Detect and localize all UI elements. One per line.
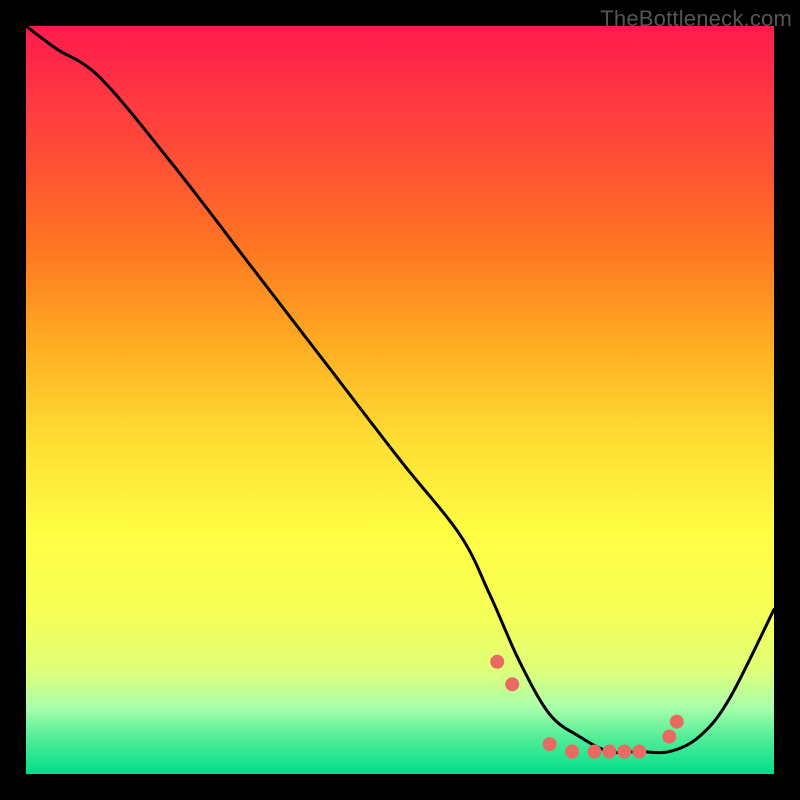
marker-dot: [632, 745, 646, 759]
marker-dot: [490, 655, 504, 669]
marker-dot: [543, 737, 557, 751]
plot-area: [26, 26, 774, 774]
chart-svg: [26, 26, 774, 774]
marker-dot: [587, 745, 601, 759]
marker-dot: [662, 730, 676, 744]
marker-dot: [617, 745, 631, 759]
highlight-markers: [490, 655, 684, 759]
chart-container: TheBottleneck.com: [0, 0, 800, 800]
marker-dot: [505, 677, 519, 691]
marker-dot: [565, 745, 579, 759]
marker-dot: [602, 745, 616, 759]
marker-dot: [670, 715, 684, 729]
bottleneck-curve-line: [26, 26, 774, 753]
